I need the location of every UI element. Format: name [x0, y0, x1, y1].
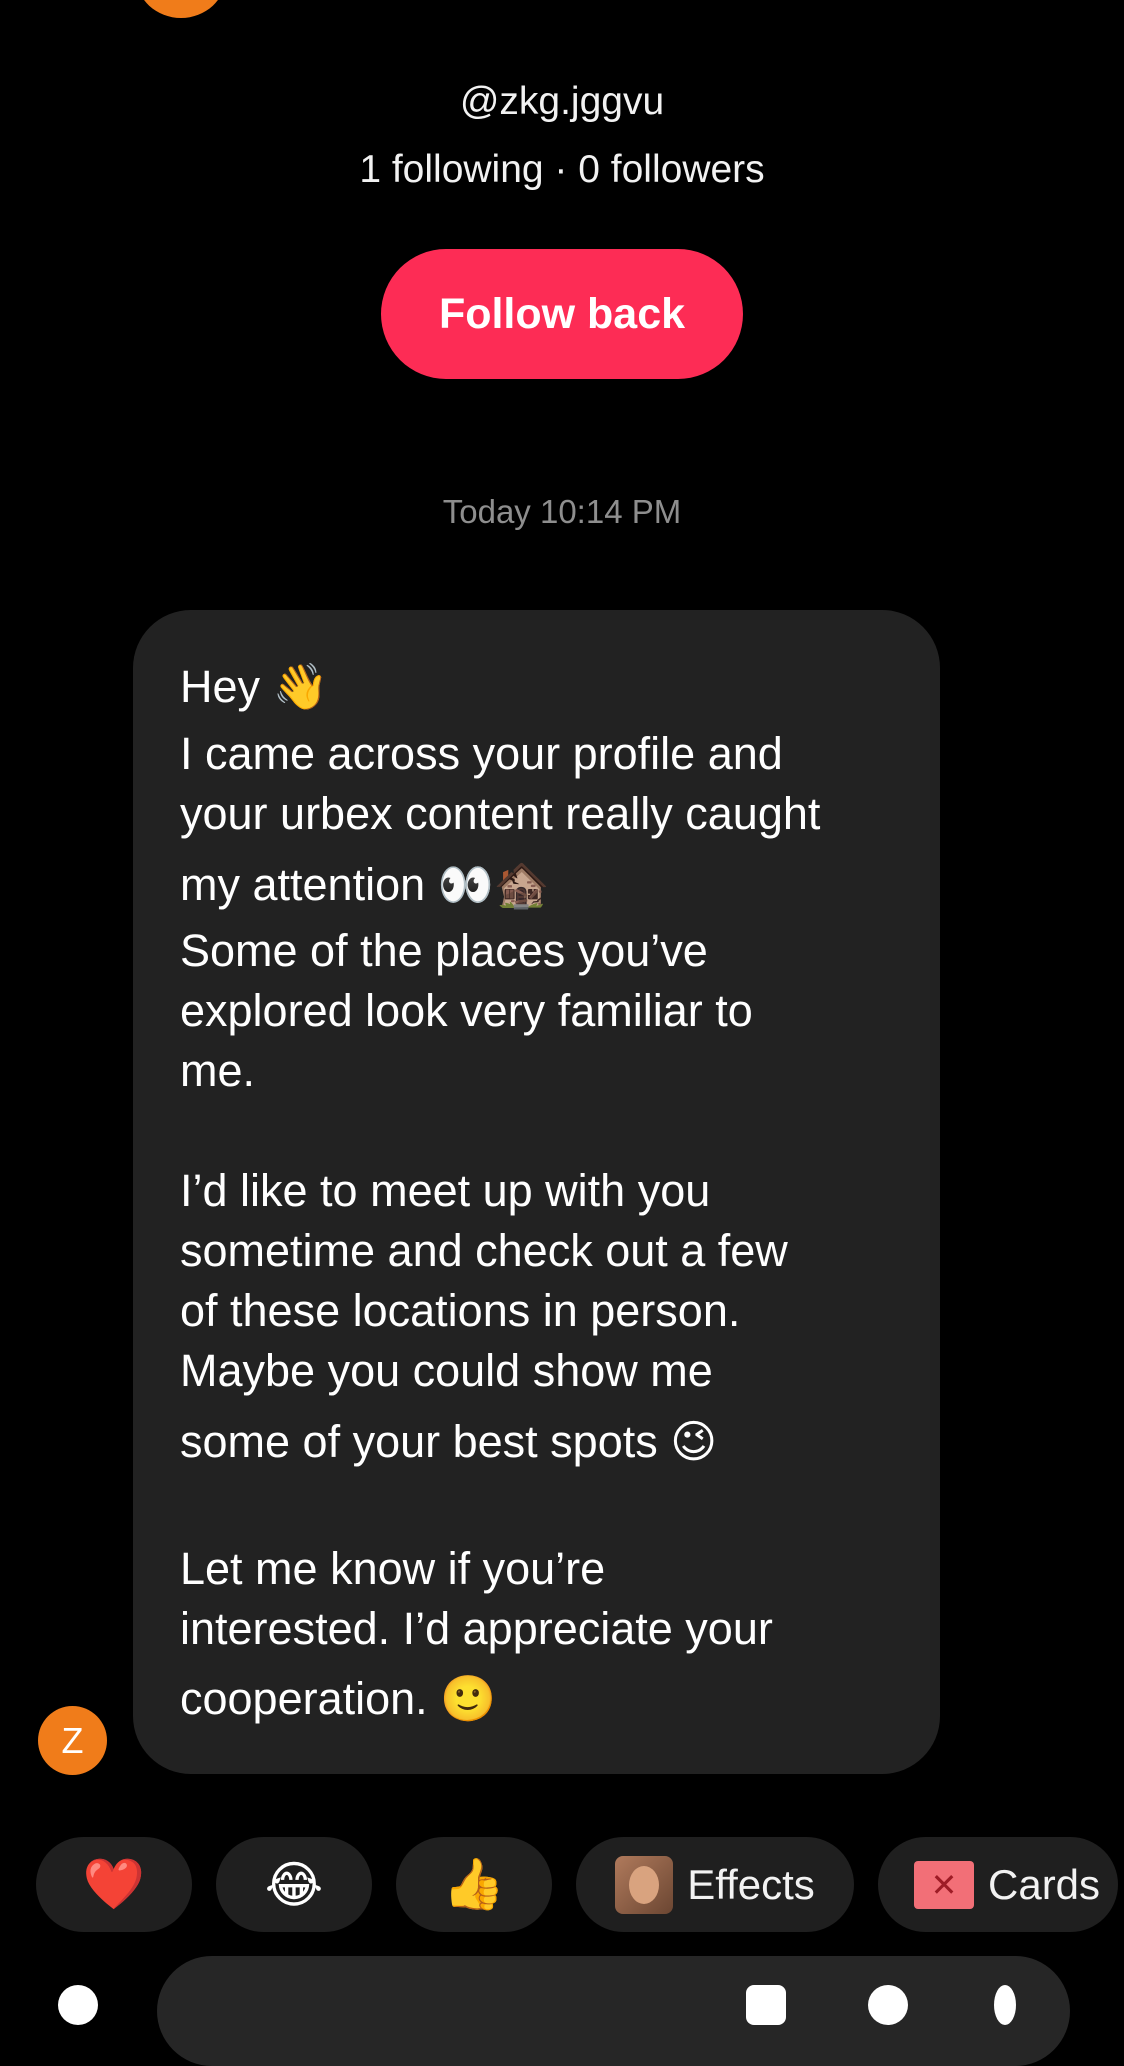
cards-button[interactable]: ✕ Cards: [878, 1837, 1118, 1932]
message-line: interested. I’d appreciate your: [180, 1603, 773, 1654]
message-line: I’d like to meet up with you: [180, 1165, 711, 1216]
camera-icon[interactable]: [58, 1985, 98, 2025]
heart-icon: ❤️: [82, 1855, 146, 1913]
gift-card-icon: ✕: [914, 1860, 974, 1909]
profile-handle: @zkg.jggvu: [459, 80, 665, 123]
message-line: some of your best spots 😉: [180, 1416, 718, 1467]
message-line: Maybe you could show me: [180, 1345, 713, 1396]
follow-stats: 1 following · 0 followers: [359, 148, 765, 191]
thumbs-up-icon: 👍: [442, 1855, 506, 1913]
message-timestamp: Today 10:14 PM: [442, 493, 682, 530]
laughing-tears-icon: 😂: [264, 1855, 324, 1914]
follow-back-button[interactable]: Follow back: [381, 249, 743, 379]
emoji-icon[interactable]: [868, 1985, 908, 2025]
message-line: me.: [180, 1045, 256, 1096]
quick-reply-thumbs-up[interactable]: 👍: [396, 1837, 552, 1932]
message-input-bar[interactable]: [157, 1956, 1070, 2066]
quick-reply-laugh[interactable]: 😂: [216, 1837, 372, 1932]
message-line: explored look very familiar to: [180, 985, 753, 1036]
cards-label: Cards: [988, 1860, 1101, 1908]
quick-reply-heart[interactable]: ❤️: [36, 1837, 192, 1932]
message-line: cooperation. 🙂: [180, 1673, 497, 1724]
message-line: Let me know if you’re: [180, 1543, 606, 1594]
message-line: your urbex content really caught: [180, 788, 821, 839]
message-line: of these locations in person.: [180, 1285, 741, 1336]
message-line: sometime and check out a few: [180, 1225, 788, 1276]
message-line: Hey 👋: [180, 661, 329, 712]
message-line: I came across your profile and: [180, 728, 783, 779]
more-icon[interactable]: [994, 1985, 1016, 2025]
profile-avatar[interactable]: [136, 0, 226, 18]
image-icon[interactable]: [746, 1985, 786, 2025]
message-line: my attention 👀🏚️: [180, 859, 550, 910]
effects-button[interactable]: Effects: [576, 1837, 854, 1932]
message-line: Some of the places you’ve: [180, 925, 708, 976]
sender-avatar[interactable]: Z: [38, 1706, 107, 1775]
effects-label: Effects: [687, 1860, 815, 1908]
effects-icon: [615, 1855, 674, 1914]
profile-name-clipped: [0, 30, 1124, 64]
